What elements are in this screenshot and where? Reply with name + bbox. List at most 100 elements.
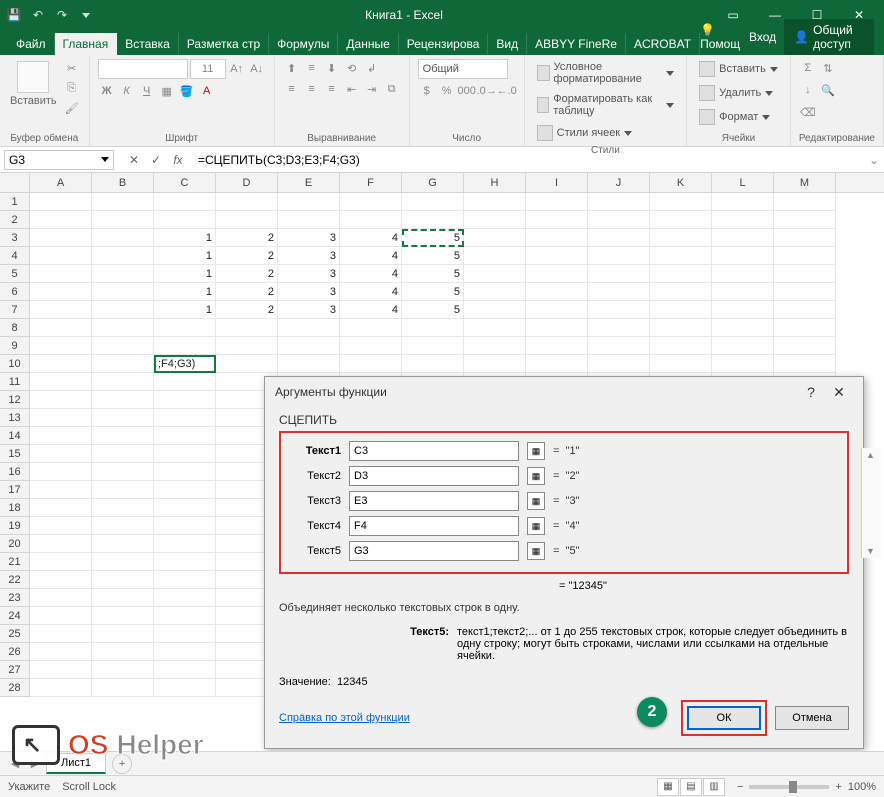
cell[interactable] [30, 463, 92, 481]
cell[interactable] [154, 409, 216, 427]
cell[interactable] [588, 337, 650, 355]
cell[interactable] [30, 643, 92, 661]
save-icon[interactable]: 💾 [5, 6, 23, 24]
cell[interactable] [216, 193, 278, 211]
cell[interactable] [154, 211, 216, 229]
cell[interactable] [278, 211, 340, 229]
zoom-in-icon[interactable]: + [835, 781, 841, 793]
cell[interactable] [154, 481, 216, 499]
border-icon[interactable]: ▦ [158, 82, 176, 100]
cell[interactable] [774, 319, 836, 337]
cell[interactable] [30, 265, 92, 283]
cell[interactable] [650, 265, 712, 283]
cell[interactable] [92, 355, 154, 373]
cell[interactable] [588, 265, 650, 283]
column-header[interactable]: B [92, 173, 154, 192]
cell[interactable] [464, 355, 526, 373]
cell[interactable] [92, 427, 154, 445]
cell[interactable] [588, 193, 650, 211]
tell-me[interactable]: 💡 Помощ [700, 23, 741, 51]
cell[interactable] [92, 301, 154, 319]
cell[interactable] [92, 499, 154, 517]
column-header[interactable]: L [712, 173, 774, 192]
cell[interactable] [154, 499, 216, 517]
number-format-select[interactable] [418, 59, 508, 79]
comma-icon[interactable]: 000 [458, 82, 476, 100]
cell[interactable] [774, 265, 836, 283]
cell[interactable] [30, 517, 92, 535]
tab-layout[interactable]: Разметка стр [179, 33, 269, 55]
cell[interactable] [92, 589, 154, 607]
font-size-input[interactable] [190, 59, 226, 79]
cell[interactable] [30, 661, 92, 679]
active-cell[interactable]: ;F4;G3) [154, 355, 216, 373]
cell[interactable] [774, 247, 836, 265]
cell[interactable]: 3 [278, 247, 340, 265]
cell[interactable] [30, 193, 92, 211]
row-header[interactable]: 20 [0, 535, 30, 553]
cell[interactable] [92, 409, 154, 427]
cell[interactable] [154, 553, 216, 571]
tab-acrobat[interactable]: ACROBAT [626, 33, 700, 55]
cut-icon[interactable]: ✂ [63, 59, 81, 77]
view-page-break-icon[interactable]: ▥ [703, 778, 725, 796]
cell[interactable] [774, 211, 836, 229]
delete-cells-button[interactable]: Удалить [695, 83, 777, 103]
cell[interactable] [402, 211, 464, 229]
cell[interactable] [464, 283, 526, 301]
cell[interactable] [526, 211, 588, 229]
tab-formulas[interactable]: Формулы [269, 33, 338, 55]
cell[interactable] [340, 355, 402, 373]
format-cells-button[interactable]: Формат [695, 107, 774, 127]
cell[interactable]: 2 [216, 301, 278, 319]
zoom-out-icon[interactable]: − [737, 781, 743, 793]
cell[interactable] [650, 283, 712, 301]
cell[interactable] [278, 355, 340, 373]
cell[interactable] [526, 355, 588, 373]
cell[interactable] [92, 337, 154, 355]
range-picker-icon[interactable]: ▦ [527, 517, 545, 535]
column-header[interactable]: F [340, 173, 402, 192]
cell[interactable] [154, 445, 216, 463]
cell[interactable]: 5 [402, 229, 464, 247]
cell[interactable]: 1 [154, 301, 216, 319]
cell[interactable] [154, 643, 216, 661]
cell[interactable] [402, 355, 464, 373]
shrink-font-icon[interactable]: A↓ [248, 60, 266, 78]
range-picker-icon[interactable]: ▦ [527, 467, 545, 485]
align-left-icon[interactable]: ≡ [283, 80, 301, 98]
dec-decimal-icon[interactable]: ←.0 [498, 82, 516, 100]
cell[interactable] [30, 427, 92, 445]
row-header[interactable]: 9 [0, 337, 30, 355]
cell[interactable] [92, 661, 154, 679]
tab-file[interactable]: Файл [8, 33, 55, 55]
cell[interactable] [588, 319, 650, 337]
column-header[interactable]: I [526, 173, 588, 192]
cell[interactable] [92, 265, 154, 283]
cancel-formula-icon[interactable]: ✕ [126, 153, 142, 167]
column-header[interactable]: M [774, 173, 836, 192]
cell[interactable] [774, 193, 836, 211]
cell[interactable] [464, 247, 526, 265]
expand-formula-bar-icon[interactable]: ⌄ [864, 153, 884, 167]
inc-decimal-icon[interactable]: .0→ [478, 82, 496, 100]
cell[interactable] [526, 193, 588, 211]
italic-icon[interactable]: К [118, 82, 136, 100]
cell[interactable] [92, 481, 154, 499]
cell[interactable]: 1 [154, 283, 216, 301]
cell[interactable] [92, 679, 154, 697]
cell[interactable] [650, 337, 712, 355]
cell[interactable] [92, 571, 154, 589]
cell[interactable] [30, 571, 92, 589]
cell[interactable] [712, 337, 774, 355]
row-header[interactable]: 5 [0, 265, 30, 283]
percent-icon[interactable]: % [438, 82, 456, 100]
clear-icon[interactable]: ⌫ [799, 103, 817, 121]
cell[interactable] [216, 319, 278, 337]
cell[interactable] [154, 373, 216, 391]
cell[interactable] [154, 463, 216, 481]
cell[interactable] [92, 193, 154, 211]
sort-filter-icon[interactable]: ⇅ [819, 59, 837, 77]
cell[interactable] [30, 481, 92, 499]
cell[interactable] [154, 517, 216, 535]
